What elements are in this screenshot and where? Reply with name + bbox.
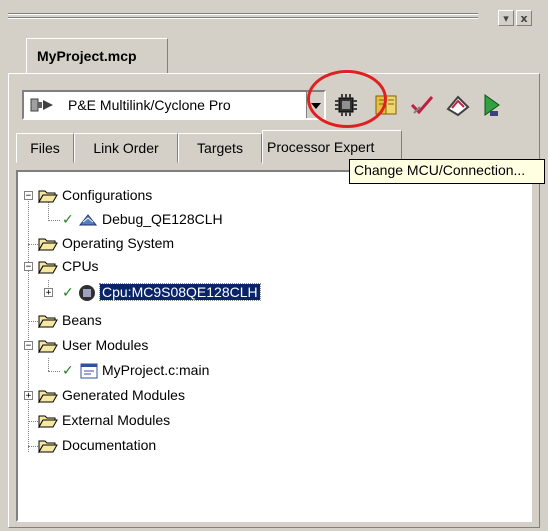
- collapse-icon[interactable]: −: [24, 341, 33, 351]
- tree-label: Configurations: [62, 187, 153, 203]
- cpu-bean-icon: [79, 285, 95, 301]
- panel-grip[interactable]: [8, 11, 478, 29]
- processor-expert-tree: − Configurations ✓ Debug_QE128CLH Operat…: [16, 170, 532, 522]
- tree-label: Documentation: [62, 437, 157, 453]
- tab-targets[interactable]: Targets: [178, 133, 262, 163]
- pin-button[interactable]: ▾: [498, 10, 514, 26]
- highlight-circle: [307, 70, 387, 128]
- tree-label: Debug_QE128CLH: [102, 211, 223, 227]
- expand-icon[interactable]: +: [24, 391, 33, 401]
- verify-check-icon[interactable]: [408, 91, 436, 119]
- folder-open-icon: [38, 238, 58, 251]
- tree-label-selected: Cpu:MC9S08QE128CLH: [99, 283, 261, 301]
- tooltip: Change MCU/Connection...: [349, 159, 545, 184]
- folder-open-icon: [38, 261, 58, 274]
- tree-label: CPUs: [62, 258, 99, 274]
- connection-select-value: P&E Multilink/Cyclone Pro: [68, 97, 231, 113]
- collapse-icon[interactable]: −: [24, 262, 33, 272]
- module-icon: [80, 363, 98, 379]
- checkmark-icon: ✓: [62, 211, 74, 227]
- collapse-icon[interactable]: −: [24, 191, 33, 201]
- tree-label: Beans: [62, 312, 102, 328]
- folder-open-icon: [38, 440, 58, 453]
- tree-label: External Modules: [62, 412, 171, 428]
- close-button[interactable]: x: [516, 10, 532, 26]
- folder-open-icon: [38, 415, 58, 428]
- folder-open-icon: [38, 315, 58, 328]
- expand-icon[interactable]: +: [44, 288, 53, 298]
- tree-label: Operating System: [62, 235, 175, 251]
- generate-code-icon[interactable]: [444, 91, 472, 119]
- tab-files[interactable]: Files: [16, 133, 74, 163]
- tree-label: MyProject.c:main: [102, 362, 210, 378]
- run-arrow-icon[interactable]: [478, 91, 506, 119]
- folder-open-icon: [38, 190, 58, 203]
- tab-link-order[interactable]: Link Order: [74, 133, 178, 163]
- folder-open-icon: [38, 340, 58, 353]
- tree-label: User Modules: [62, 337, 149, 353]
- tree-label: Generated Modules: [62, 387, 185, 403]
- checkmark-icon: ✓: [62, 362, 74, 378]
- checkmark-icon: ✓: [62, 284, 74, 300]
- project-panel: ▾ x MyProject.mcp P&E Multilink/Cyclone …: [0, 0, 548, 531]
- target-plug-icon: [30, 98, 53, 112]
- folder-open-icon: [38, 390, 58, 403]
- connection-select[interactable]: P&E Multilink/Cyclone Pro: [22, 90, 326, 120]
- debug-config-icon: [78, 214, 98, 226]
- project-file-tab[interactable]: MyProject.mcp: [26, 38, 168, 74]
- project-file-tab-label: MyProject.mcp: [37, 48, 137, 64]
